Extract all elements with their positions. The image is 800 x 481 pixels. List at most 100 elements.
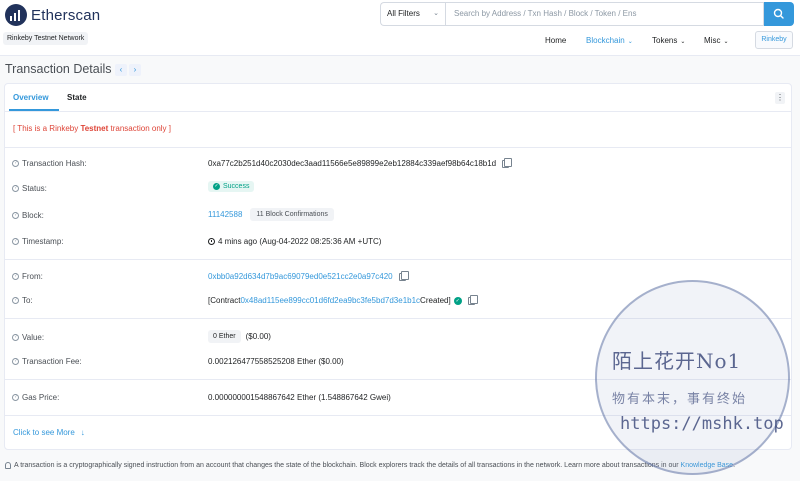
tab-overview[interactable]: Overview xyxy=(13,93,49,102)
confirmations-badge: 11 Block Confirmations xyxy=(250,208,334,221)
network-switch-button[interactable]: Rinkeby xyxy=(755,31,793,49)
watermark-circle xyxy=(595,280,790,475)
to-label-text: To: xyxy=(22,296,33,305)
check-circle-icon: ✓ xyxy=(453,296,462,305)
brand-name: Etherscan xyxy=(31,6,101,24)
etherscan-logo-icon xyxy=(5,4,27,26)
copy-icon[interactable] xyxy=(502,157,513,168)
tab-bar: Overview State ⋮ xyxy=(5,84,791,112)
question-icon[interactable]: ? xyxy=(12,334,19,341)
site-header: Etherscan Rinkeby Testnet Network All Fi… xyxy=(0,0,800,56)
see-more-link[interactable]: Click to see More ↓ xyxy=(13,428,85,437)
nav-tokens[interactable]: Tokens ⌄ xyxy=(652,34,685,48)
chevron-down-icon: ⌄ xyxy=(723,39,729,45)
to-label: ? To: xyxy=(12,296,33,305)
status-badge: ✓ Success xyxy=(208,181,255,192)
nav-home[interactable]: Home xyxy=(545,34,566,48)
hash-label-text: Transaction Hash: xyxy=(22,159,87,168)
see-more-text: Click to see More xyxy=(13,428,75,437)
divider xyxy=(5,147,791,148)
filter-dropdown[interactable]: All Filters ⌄ xyxy=(380,2,445,26)
filter-label: All Filters xyxy=(387,9,420,18)
nav-misc[interactable]: Misc ⌄ xyxy=(704,34,728,48)
watermark-url: https://mshk.top xyxy=(620,414,784,434)
chevron-down-icon: ⌄ xyxy=(627,39,633,45)
search-input[interactable]: Search by Address / Txn Hash / Block / T… xyxy=(445,2,764,26)
chevron-down-icon: ⌄ xyxy=(680,39,686,45)
hash-label: ? Transaction Hash: xyxy=(12,159,87,168)
to-suffix: Created] xyxy=(420,296,451,305)
gas-label: ? Gas Price: xyxy=(12,393,59,402)
search-icon xyxy=(773,8,784,19)
block-value: 11142588 11 Block Confirmations xyxy=(208,208,334,221)
chevron-down-icon: ⌄ xyxy=(433,10,439,17)
tab-state[interactable]: State xyxy=(67,93,87,102)
status-label-text: Status: xyxy=(22,184,47,193)
etherscan-logo[interactable]: Etherscan xyxy=(5,4,100,26)
timestamp-label: ? Timestamp: xyxy=(12,237,64,246)
ether-amount-badge: 0 Ether xyxy=(208,330,241,343)
timestamp-text: 4 mins ago (Aug-04-2022 08:25:36 AM +UTC… xyxy=(218,237,382,246)
copy-icon[interactable] xyxy=(467,294,478,305)
timestamp-value: 4 mins ago (Aug-04-2022 08:25:36 AM +UTC… xyxy=(208,237,381,246)
network-badge: Rinkeby Testnet Network xyxy=(3,32,89,45)
watermark-title: 陌上花开No1 xyxy=(612,349,742,373)
arrow-down-icon: ↓ xyxy=(80,428,85,437)
notice-bold: Testnet xyxy=(80,124,109,133)
question-icon[interactable]: ? xyxy=(12,273,19,280)
page-title: Transaction Details xyxy=(5,62,112,76)
next-arrow-icon[interactable]: › xyxy=(129,64,141,76)
nav-blockchain-label: Blockchain xyxy=(586,36,625,45)
check-circle-icon: ✓ xyxy=(213,183,220,190)
gas-value: 0.000000001548867642 Ether (1.548867642 … xyxy=(208,393,391,402)
from-label: ? From: xyxy=(12,272,43,281)
nav-blockchain[interactable]: Blockchain ⌄ xyxy=(586,34,633,48)
question-icon[interactable]: ? xyxy=(12,160,19,167)
copy-icon[interactable] xyxy=(398,270,409,281)
clock-icon xyxy=(208,238,215,245)
timestamp-label-text: Timestamp: xyxy=(22,237,64,246)
gas-label-text: Gas Price: xyxy=(22,393,60,402)
fee-label-text: Transaction Fee: xyxy=(22,357,82,366)
value-label: ? Value: xyxy=(12,333,44,342)
previous-arrow-icon[interactable]: ‹ xyxy=(115,64,127,76)
from-value: 0xbb0a92d634d7b9ac69079ed0e521cc2e0a97c4… xyxy=(208,270,409,281)
nav-tokens-label: Tokens xyxy=(652,36,678,45)
watermark-motto: 物有本末，事有终始 xyxy=(612,391,748,406)
active-tab-indicator xyxy=(9,109,59,111)
to-prefix: [Contract xyxy=(208,296,241,305)
from-address-link[interactable]: 0xbb0a92d634d7b9ac69079ed0e521cc2e0a97c4… xyxy=(208,272,393,281)
question-icon[interactable]: ? xyxy=(12,358,19,365)
status-value: ✓ Success xyxy=(208,181,255,192)
from-label-text: From: xyxy=(22,272,43,281)
status-text: Success xyxy=(223,183,250,190)
question-icon[interactable]: ? xyxy=(12,185,19,192)
divider xyxy=(5,259,791,260)
notice-suffix: transaction only ] xyxy=(108,124,171,133)
value-value: 0 Ether ($0.00) xyxy=(208,330,271,343)
search-button[interactable] xyxy=(764,2,794,26)
value-usd: ($0.00) xyxy=(245,332,271,341)
block-label: ? Block: xyxy=(12,211,44,220)
hash-value: 0xa77c2b251d40c2030dec3aad11566e5e89899e… xyxy=(208,157,513,168)
hash-text: 0xa77c2b251d40c2030dec3aad11566e5e89899e… xyxy=(208,159,497,168)
question-icon[interactable]: ? xyxy=(12,297,19,304)
search-bar: All Filters ⌄ Search by Address / Txn Ha… xyxy=(380,2,794,26)
contract-address-link[interactable]: 0x48ad115ee899cc01d6fd2ea9bc3fe5bd7d3e1b… xyxy=(240,296,420,305)
to-value: [Contract 0x48ad115ee899cc01d6fd2ea9bc3f… xyxy=(208,294,478,305)
lightbulb-icon xyxy=(5,462,11,469)
notice-prefix: [ This is a Rinkeby xyxy=(13,124,81,133)
more-options-icon[interactable]: ⋮ xyxy=(775,92,785,104)
block-link[interactable]: 11142588 xyxy=(208,210,242,219)
question-icon[interactable]: ? xyxy=(12,238,19,245)
question-icon[interactable]: ? xyxy=(12,212,19,219)
testnet-notice: [ This is a Rinkeby Testnet transaction … xyxy=(13,124,171,133)
value-label-text: Value: xyxy=(22,333,45,342)
block-label-text: Block: xyxy=(22,211,44,220)
status-label: ? Status: xyxy=(12,184,47,193)
footnote: A transaction is a cryptographically sig… xyxy=(5,462,735,469)
gas-text: 0.000000001548867642 Ether (1.548867642 … xyxy=(208,393,391,402)
question-icon[interactable]: ? xyxy=(12,394,19,401)
nav-misc-label: Misc xyxy=(704,36,721,45)
fee-text: 0.002126477558525208 Ether ($0.00) xyxy=(208,357,344,366)
